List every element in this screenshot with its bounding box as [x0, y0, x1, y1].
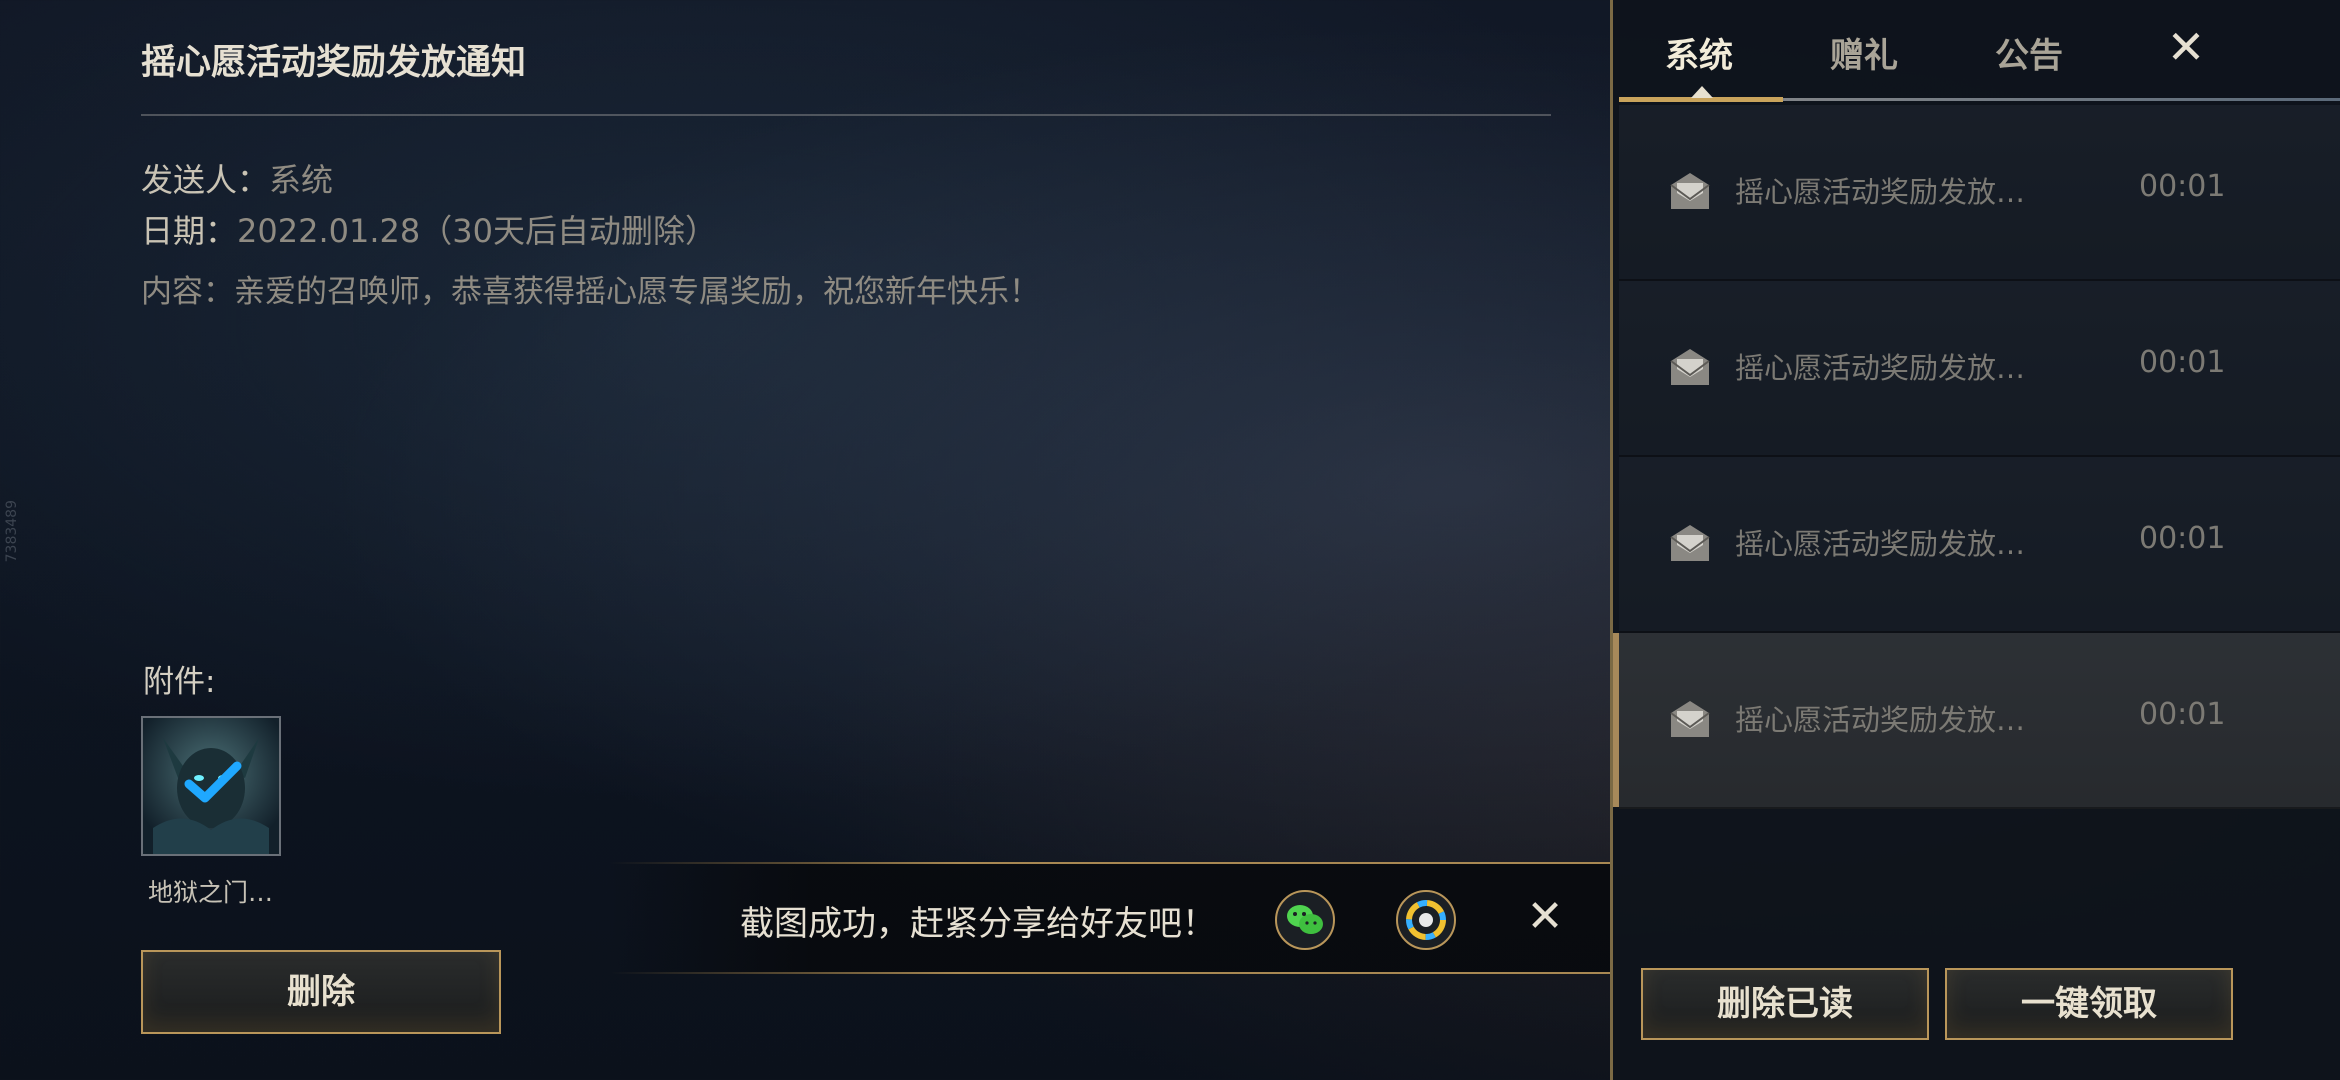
mail-subject: 摇心愿活动奖励发放… — [1735, 703, 2026, 737]
mail-list-item[interactable]: 摇心愿活动奖励发放… 00:01 — [1619, 457, 2340, 633]
envelope-icon — [1670, 349, 1710, 385]
envelope-icon — [1670, 173, 1710, 209]
mail-list-item[interactable]: 摇心愿活动奖励发放… 00:01 — [1619, 281, 2340, 457]
date-value: 2022.01.28（30天后自动删除） — [237, 212, 717, 250]
mail-list-panel: 系统 赠礼 公告 ✕ 摇心愿活动奖励发放… 00:01 摇心愿活动奖励发放… 0… — [1610, 0, 2340, 1080]
content-row: 内容：亲爱的召唤师，恭喜获得摇心愿专属奖励，祝您新年快乐！ — [141, 266, 1040, 311]
envelope-icon — [1670, 525, 1710, 561]
attachment-item[interactable] — [141, 716, 281, 856]
envelope-icon — [1670, 701, 1710, 737]
toast-message: 截图成功，赶紧分享给好友吧！ — [740, 904, 1216, 944]
mail-time: 00:01 — [2139, 345, 2226, 380]
mail-list-item-selected[interactable]: 摇心愿活动奖励发放… 00:01 — [1613, 633, 2340, 809]
mail-title: 摇心愿活动奖励发放通知 — [141, 43, 527, 83]
claim-all-button[interactable]: 一键领取 — [1945, 968, 2233, 1040]
sender-value: 系统 — [269, 161, 334, 199]
content-value: 亲爱的召唤师，恭喜获得摇心愿专属奖励，祝您新年快乐！ — [234, 274, 1040, 310]
attachment-name: 地狱之门… — [148, 878, 274, 907]
attachments-label: 附件: — [143, 664, 216, 700]
tab-system[interactable]: 系统 — [1665, 28, 1733, 77]
delete-read-button[interactable]: 删除已读 — [1641, 968, 1929, 1040]
close-icon[interactable]: ✕ — [2161, 22, 2211, 72]
selection-indicator — [1613, 633, 1619, 807]
active-tab-caret-icon — [1691, 86, 1713, 98]
title-divider — [141, 114, 1551, 116]
side-watermark: 7383489 — [4, 500, 20, 563]
check-icon — [184, 761, 242, 803]
mail-subject: 摇心愿活动奖励发放… — [1735, 351, 2026, 385]
sender-label: 发送人： — [141, 161, 270, 199]
sender-row: 发送人：系统 — [141, 155, 333, 201]
mail-tabs: 系统 赠礼 公告 ✕ — [1613, 0, 2340, 104]
toast-close-icon[interactable]: ✕ — [1520, 892, 1570, 942]
tab-announcements[interactable]: 公告 — [1995, 28, 2063, 77]
moments-share-button[interactable] — [1396, 890, 1456, 950]
tab-gifts[interactable]: 赠礼 — [1830, 28, 1898, 77]
wechat-share-button[interactable] — [1275, 890, 1335, 950]
mail-time: 00:01 — [2139, 521, 2226, 556]
screenshot-share-toast: 截图成功，赶紧分享给好友吧！ ✕ — [610, 862, 1610, 974]
content-label: 内容： — [141, 274, 234, 310]
date-row: 日期：2022.01.28（30天后自动删除） — [141, 206, 717, 252]
date-label: 日期： — [141, 212, 238, 250]
mail-list-item[interactable]: 摇心愿活动奖励发放… 00:01 — [1619, 105, 2340, 281]
delete-button[interactable]: 删除 — [141, 950, 501, 1034]
moments-icon — [1406, 900, 1446, 940]
mail-time: 00:01 — [2139, 169, 2226, 204]
wechat-icon — [1287, 905, 1323, 934]
mail-subject: 摇心愿活动奖励发放… — [1735, 527, 2026, 561]
mail-subject: 摇心愿活动奖励发放… — [1735, 175, 2026, 209]
mail-time: 00:01 — [2139, 697, 2226, 732]
